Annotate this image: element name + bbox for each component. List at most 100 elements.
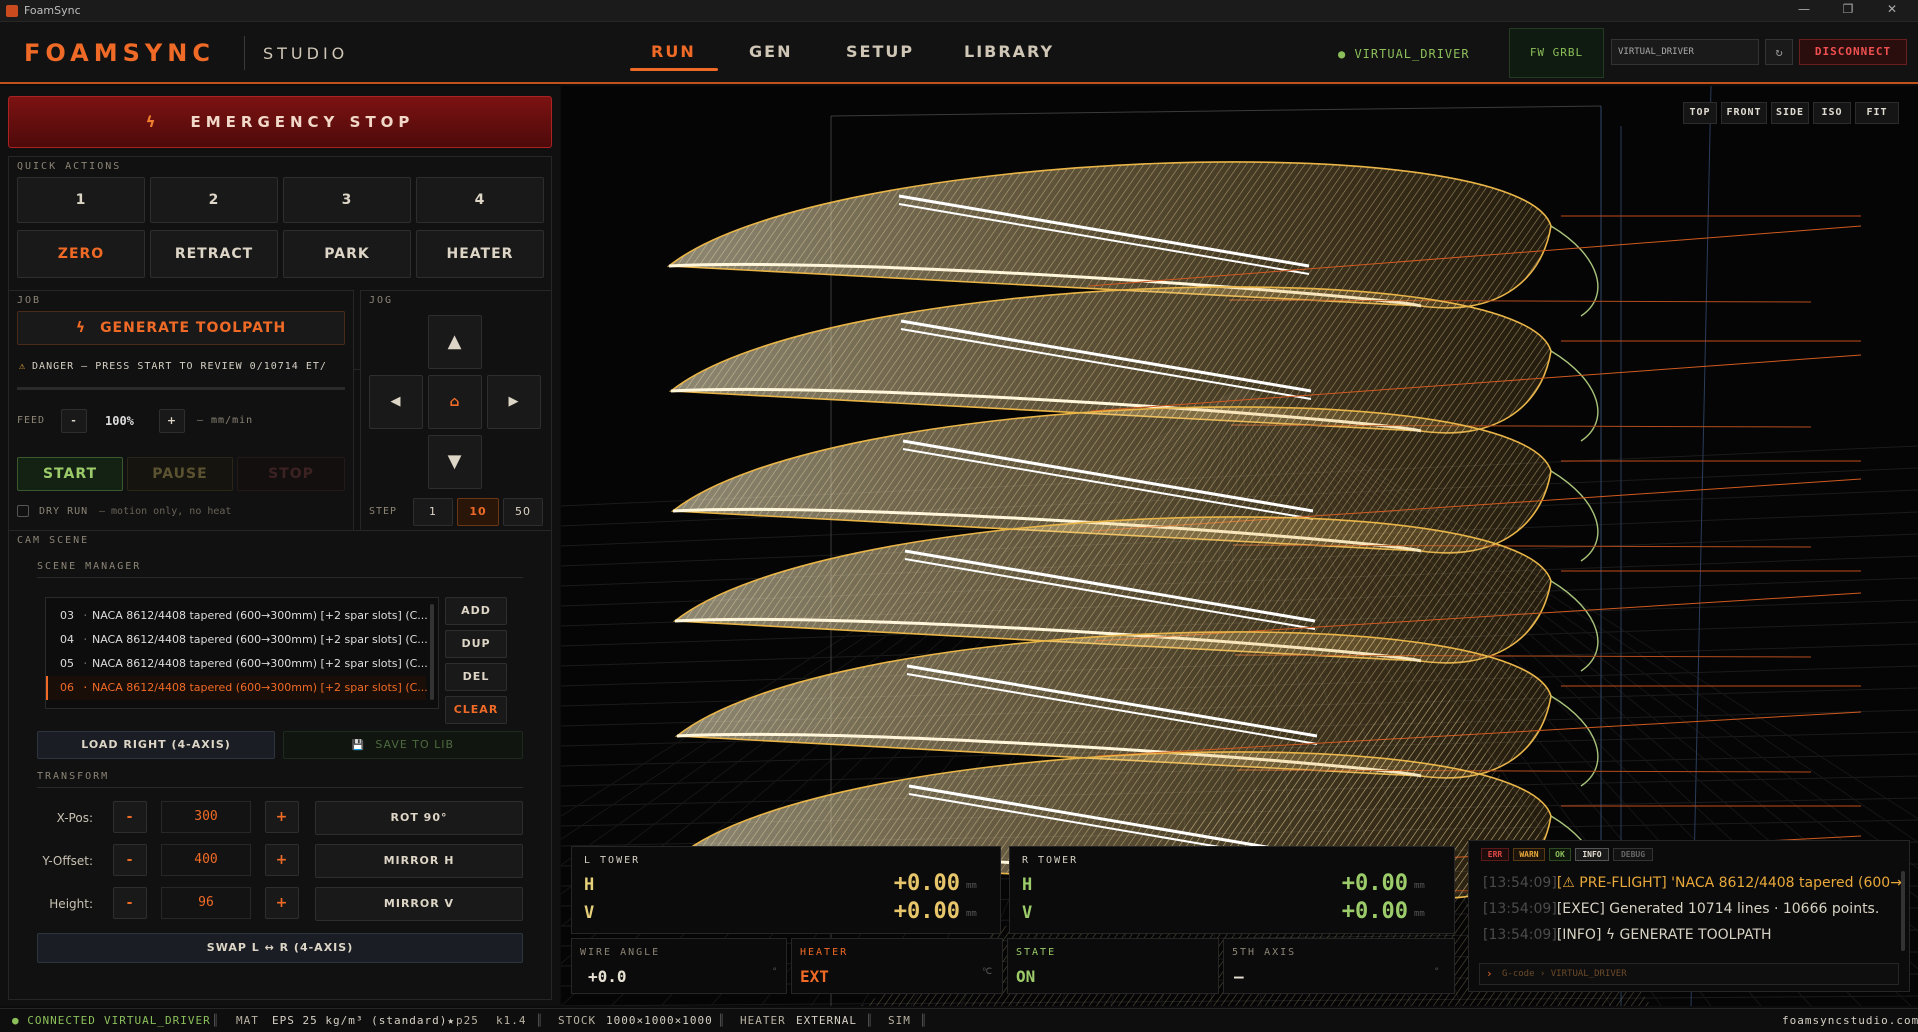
- x-pos-input[interactable]: 300: [161, 801, 251, 833]
- list-item-selected[interactable]: 06 · NACA 8612/4408 tapered (600→300mm) …: [46, 676, 428, 700]
- quick-action-4[interactable]: 4: [416, 177, 544, 223]
- height-input[interactable]: 96: [161, 887, 251, 919]
- disconnect-button[interactable]: DISCONNECT: [1799, 39, 1907, 65]
- swap-left-right-button[interactable]: SWAP L ↔ R (4-AXIS): [37, 933, 523, 963]
- zero-button[interactable]: ZERO: [17, 230, 145, 278]
- port-input[interactable]: [1611, 39, 1759, 65]
- scene-list[interactable]: 03 · NACA 8612/4408 tapered (600→300mm) …: [45, 597, 439, 709]
- filter-info[interactable]: INFO: [1575, 848, 1609, 861]
- emergency-stop-button[interactable]: ϟ EMERGENCY STOP: [8, 96, 552, 148]
- generate-toolpath-button[interactable]: ϟ GENERATE TOOLPATH: [17, 311, 345, 345]
- console-placeholder: G-code › VIRTUAL_DRIVER: [1502, 969, 1627, 979]
- view-top-button[interactable]: TOP: [1683, 102, 1717, 124]
- gcode-console-input[interactable]: › G-code › VIRTUAL_DRIVER: [1479, 963, 1899, 985]
- x-pos-increase-button[interactable]: +: [265, 801, 299, 833]
- height-increase-button[interactable]: +: [265, 887, 299, 919]
- retract-button[interactable]: RETRACT: [150, 230, 278, 278]
- log-line: [13:54:09][⚠ PRE-FLIGHT] 'NACA 8612/4408…: [1483, 875, 1903, 891]
- right-v-unit: mm: [1414, 909, 1425, 919]
- website-link[interactable]: foamsyncstudio.com: [1782, 1014, 1918, 1027]
- tab-setup[interactable]: SETUP: [846, 42, 914, 61]
- status-driver: VIRTUAL_DRIVER: [104, 1014, 211, 1027]
- load-right-button[interactable]: LOAD RIGHT (4-AXIS): [37, 731, 275, 759]
- log-timestamp: [13:54:09]: [1483, 875, 1557, 891]
- filter-debug[interactable]: DEBUG: [1613, 848, 1653, 861]
- lightning-icon: ϟ: [145, 113, 161, 131]
- view-side-button[interactable]: SIDE: [1771, 102, 1809, 124]
- firmware-badge: FW GRBL: [1509, 28, 1604, 78]
- right-v-axis-label: V: [1022, 903, 1033, 923]
- minimize-button[interactable]: —: [1784, 2, 1824, 20]
- height-decrease-button[interactable]: -: [113, 887, 147, 919]
- y-offset-decrease-button[interactable]: -: [113, 844, 147, 876]
- start-button[interactable]: START: [17, 457, 123, 491]
- add-scene-button[interactable]: ADD: [445, 597, 507, 625]
- view-front-button[interactable]: FRONT: [1721, 102, 1767, 124]
- save-to-library-button[interactable]: 💾 SAVE TO LIB: [283, 731, 523, 759]
- x-pos-decrease-button[interactable]: -: [113, 801, 147, 833]
- step-50-button[interactable]: 50: [503, 498, 543, 526]
- clear-scenes-button[interactable]: CLEAR: [445, 696, 507, 724]
- log-scrollbar[interactable]: [1901, 871, 1905, 951]
- fifth-axis-box: 5TH AXIS — °: [1223, 938, 1455, 994]
- stop-button[interactable]: STOP: [237, 457, 345, 491]
- jog-down-button[interactable]: ▼: [428, 435, 482, 489]
- scene-index: 04: [60, 633, 74, 646]
- fifth-axis-value: —: [1234, 967, 1244, 986]
- maximize-button[interactable]: ❐: [1828, 2, 1868, 20]
- left-tower-title: L TOWER: [584, 855, 641, 866]
- jog-right-button[interactable]: ▶: [487, 375, 541, 429]
- tab-library[interactable]: LIBRARY: [964, 42, 1054, 61]
- dry-run-label: DRY RUN: [39, 506, 89, 517]
- dry-run-checkbox[interactable]: [17, 505, 29, 517]
- height-label: Height:: [49, 897, 93, 911]
- y-offset-input[interactable]: 400: [161, 844, 251, 876]
- mirror-h-button[interactable]: MIRROR H: [315, 844, 523, 878]
- tab-gen[interactable]: GEN: [749, 42, 792, 61]
- quick-action-1[interactable]: 1: [17, 177, 145, 223]
- fifth-axis-title: 5TH AXIS: [1232, 947, 1297, 958]
- close-window-button[interactable]: ✕: [1872, 2, 1912, 20]
- separator: ║: [212, 1014, 220, 1027]
- mirror-v-button[interactable]: MIRROR V: [315, 887, 523, 921]
- duplicate-scene-button[interactable]: DUP: [445, 630, 507, 658]
- pause-button[interactable]: PAUSE: [127, 457, 233, 491]
- delete-scene-button[interactable]: DEL: [445, 663, 507, 691]
- view-fit-button[interactable]: FIT: [1855, 102, 1899, 124]
- scene-manager-title: SCENE MANAGER: [37, 561, 142, 572]
- jog-up-button[interactable]: ▲: [428, 315, 482, 369]
- separator: ║: [536, 1014, 544, 1027]
- rotate-90-button[interactable]: ROT 90°: [315, 801, 523, 835]
- heater-box: HEATER EXT ℃: [791, 938, 1003, 994]
- jog-left-button[interactable]: ◀: [369, 375, 423, 429]
- 3d-viewport[interactable]: TOP FRONT SIDE ISO FIT L TOWER H +0.00 m…: [561, 86, 1918, 1006]
- view-iso-button[interactable]: ISO: [1813, 102, 1851, 124]
- scene-index: 06: [60, 681, 74, 694]
- step-1-button[interactable]: 1: [413, 498, 453, 526]
- heater-status-value: EXTERNAL: [796, 1014, 857, 1027]
- filter-ok[interactable]: OK: [1549, 848, 1571, 861]
- park-button[interactable]: PARK: [283, 230, 411, 278]
- quick-action-3[interactable]: 3: [283, 177, 411, 223]
- right-h-axis-label: H: [1022, 875, 1033, 895]
- filter-warn[interactable]: WARN: [1513, 848, 1545, 861]
- cam-scene-title: CAM SCENE: [17, 535, 90, 546]
- list-item[interactable]: 03 · NACA 8612/4408 tapered (600→300mm) …: [46, 604, 428, 628]
- feed-increase-button[interactable]: +: [159, 409, 185, 433]
- filter-err[interactable]: ERR: [1481, 848, 1509, 861]
- list-item[interactable]: 04 · NACA 8612/4408 tapered (600→300mm) …: [46, 628, 428, 652]
- heater-button[interactable]: HEATER: [416, 230, 544, 278]
- step-label: STEP: [369, 506, 398, 517]
- tab-run[interactable]: RUN: [651, 42, 696, 61]
- app-icon: [6, 5, 18, 17]
- y-offset-increase-button[interactable]: +: [265, 844, 299, 876]
- scene-index: 05: [60, 657, 74, 670]
- jog-home-button[interactable]: ⌂: [428, 375, 482, 429]
- step-10-button[interactable]: 10: [457, 498, 499, 526]
- feed-decrease-button[interactable]: -: [61, 409, 87, 433]
- scene-list-scrollbar[interactable]: [430, 604, 434, 700]
- scene-name: NACA 8612/4408 tapered (600→300mm) [+2 s…: [92, 609, 428, 622]
- refresh-icon[interactable]: ↻: [1765, 39, 1793, 65]
- list-item[interactable]: 05 · NACA 8612/4408 tapered (600→300mm) …: [46, 652, 428, 676]
- quick-action-2[interactable]: 2: [150, 177, 278, 223]
